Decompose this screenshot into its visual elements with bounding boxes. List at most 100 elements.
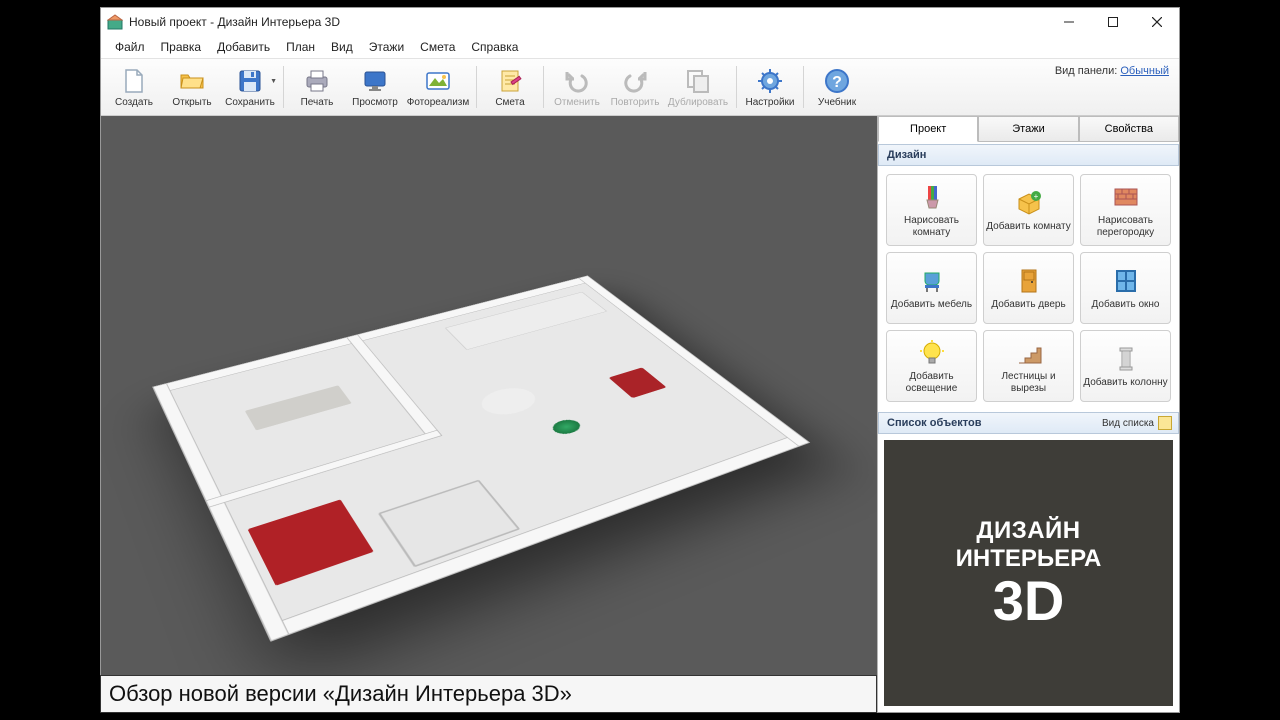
3d-viewport[interactable]	[101, 116, 877, 712]
minimize-icon	[1064, 17, 1074, 27]
note-icon[interactable]	[1158, 416, 1172, 430]
photorealism-label: Фотореализм	[407, 97, 470, 108]
design-btn-label: Нарисовать перегородку	[1081, 215, 1170, 238]
toolbar-separator	[476, 66, 477, 108]
design-btn-label: Нарисовать комнату	[887, 215, 976, 238]
toolbar-separator	[736, 66, 737, 108]
help-icon: ?	[823, 67, 851, 95]
chevron-down-icon: ▼	[270, 78, 277, 85]
add-room-button[interactable]: + Добавить комнату	[983, 174, 1074, 246]
minimize-button[interactable]	[1047, 8, 1091, 36]
design-btn-label: Добавить окно	[1092, 299, 1160, 311]
close-button[interactable]	[1135, 8, 1179, 36]
lightbulb-icon	[917, 338, 947, 368]
undo-label: Отменить	[554, 97, 600, 108]
monitor-icon	[361, 67, 389, 95]
add-lighting-button[interactable]: Добавить освещение	[886, 330, 977, 402]
duplicate-label: Дублировать	[668, 97, 728, 108]
duplicate-button[interactable]: Дублировать	[664, 60, 732, 114]
stairs-cutouts-button[interactable]: Лестницы и вырезы	[983, 330, 1074, 402]
window-title: Новый проект - Дизайн Интерьера 3D	[129, 15, 1047, 29]
application-window: Новый проект - Дизайн Интерьера 3D Файл …	[100, 7, 1180, 713]
main-area: Проект Этажи Свойства Дизайн Нарисовать …	[101, 116, 1179, 712]
preview-label: Просмотр	[352, 97, 398, 108]
menubar: Файл Правка Добавить План Вид Этажи Смет…	[101, 36, 1179, 58]
undo-button[interactable]: Отменить	[548, 60, 606, 114]
design-tools-grid: Нарисовать комнату + Добавить комнату На…	[878, 166, 1179, 410]
print-button[interactable]: Печать	[288, 60, 346, 114]
gear-icon	[756, 67, 784, 95]
save-button[interactable]: Сохранить ▼	[221, 60, 279, 114]
duplicate-icon	[684, 67, 712, 95]
redo-icon	[621, 67, 649, 95]
add-furniture-button[interactable]: Добавить мебель	[886, 252, 977, 324]
menu-plan[interactable]: План	[280, 38, 321, 56]
titlebar: Новый проект - Дизайн Интерьера 3D	[101, 8, 1179, 36]
settings-label: Настройки	[745, 97, 794, 108]
settings-button[interactable]: Настройки	[741, 60, 799, 114]
add-window-button[interactable]: Добавить окно	[1080, 252, 1171, 324]
svg-text:?: ?	[832, 74, 842, 91]
new-file-icon	[120, 67, 148, 95]
svg-text:+: +	[1033, 192, 1038, 201]
toolbar-separator	[283, 66, 284, 108]
tab-properties[interactable]: Свойства	[1079, 116, 1179, 142]
print-label: Печать	[301, 97, 334, 108]
redo-button[interactable]: Повторить	[606, 60, 664, 114]
preview-button[interactable]: Просмотр	[346, 60, 404, 114]
panel-mode: Вид панели: Обычный	[1055, 65, 1169, 77]
toolbar: Создать Открыть Сохранить ▼ Печать Просм…	[101, 58, 1179, 116]
toolbar-separator	[543, 66, 544, 108]
draw-partition-button[interactable]: Нарисовать перегородку	[1080, 174, 1171, 246]
create-button[interactable]: Создать	[105, 60, 163, 114]
menu-help[interactable]: Справка	[465, 38, 524, 56]
column-icon	[1111, 344, 1141, 374]
menu-file[interactable]: Файл	[109, 38, 151, 56]
tutorial-button[interactable]: ? Учебник	[808, 60, 866, 114]
menu-floors[interactable]: Этажи	[363, 38, 410, 56]
brick-wall-icon	[1111, 182, 1141, 212]
notepad-icon	[496, 67, 524, 95]
close-icon	[1152, 17, 1162, 27]
maximize-button[interactable]	[1091, 8, 1135, 36]
window-icon	[1111, 266, 1141, 296]
tab-project[interactable]: Проект	[878, 116, 978, 142]
menu-edit[interactable]: Правка	[155, 38, 208, 56]
menu-estimate[interactable]: Смета	[414, 38, 461, 56]
tab-floors[interactable]: Этажи	[978, 116, 1078, 142]
printer-icon	[303, 67, 331, 95]
window-controls	[1047, 8, 1179, 36]
undo-icon	[563, 67, 591, 95]
toolbar-separator	[803, 66, 804, 108]
menu-view[interactable]: Вид	[325, 38, 359, 56]
objects-section-header: Список объектов Вид списка	[878, 412, 1179, 434]
save-icon	[236, 67, 264, 95]
open-label: Открыть	[172, 97, 211, 108]
add-column-button[interactable]: Добавить колонну	[1080, 330, 1171, 402]
panel-mode-link[interactable]: Обычный	[1120, 65, 1169, 77]
estimate-button[interactable]: Смета	[481, 60, 539, 114]
chair-icon	[917, 266, 947, 296]
panel-mode-label: Вид панели:	[1055, 65, 1117, 77]
menu-add[interactable]: Добавить	[211, 38, 276, 56]
app-icon	[107, 14, 123, 30]
design-btn-label: Добавить колонну	[1083, 377, 1167, 389]
add-door-button[interactable]: Добавить дверь	[983, 252, 1074, 324]
save-label: Сохранить	[225, 97, 275, 108]
video-caption: Обзор новой версии «Дизайн Интерьера 3D»	[100, 675, 877, 713]
create-label: Создать	[115, 97, 153, 108]
objects-header-text: Список объектов	[887, 417, 981, 429]
open-button[interactable]: Открыть	[163, 60, 221, 114]
redo-label: Повторить	[611, 97, 660, 108]
design-btn-label: Добавить мебель	[891, 299, 972, 311]
view-list-link[interactable]: Вид списка	[1102, 418, 1154, 429]
draw-room-button[interactable]: Нарисовать комнату	[886, 174, 977, 246]
photorealism-button[interactable]: Фотореализм	[404, 60, 472, 114]
floorplan-render	[132, 140, 846, 688]
door-icon	[1014, 266, 1044, 296]
product-logo: ДИЗАЙН ИНТЕРЬЕРА 3D	[884, 440, 1173, 706]
stairs-icon	[1014, 338, 1044, 368]
design-btn-label: Лестницы и вырезы	[984, 371, 1073, 394]
estimate-label: Смета	[495, 97, 524, 108]
logo-line1: ДИЗАЙН	[976, 517, 1080, 545]
